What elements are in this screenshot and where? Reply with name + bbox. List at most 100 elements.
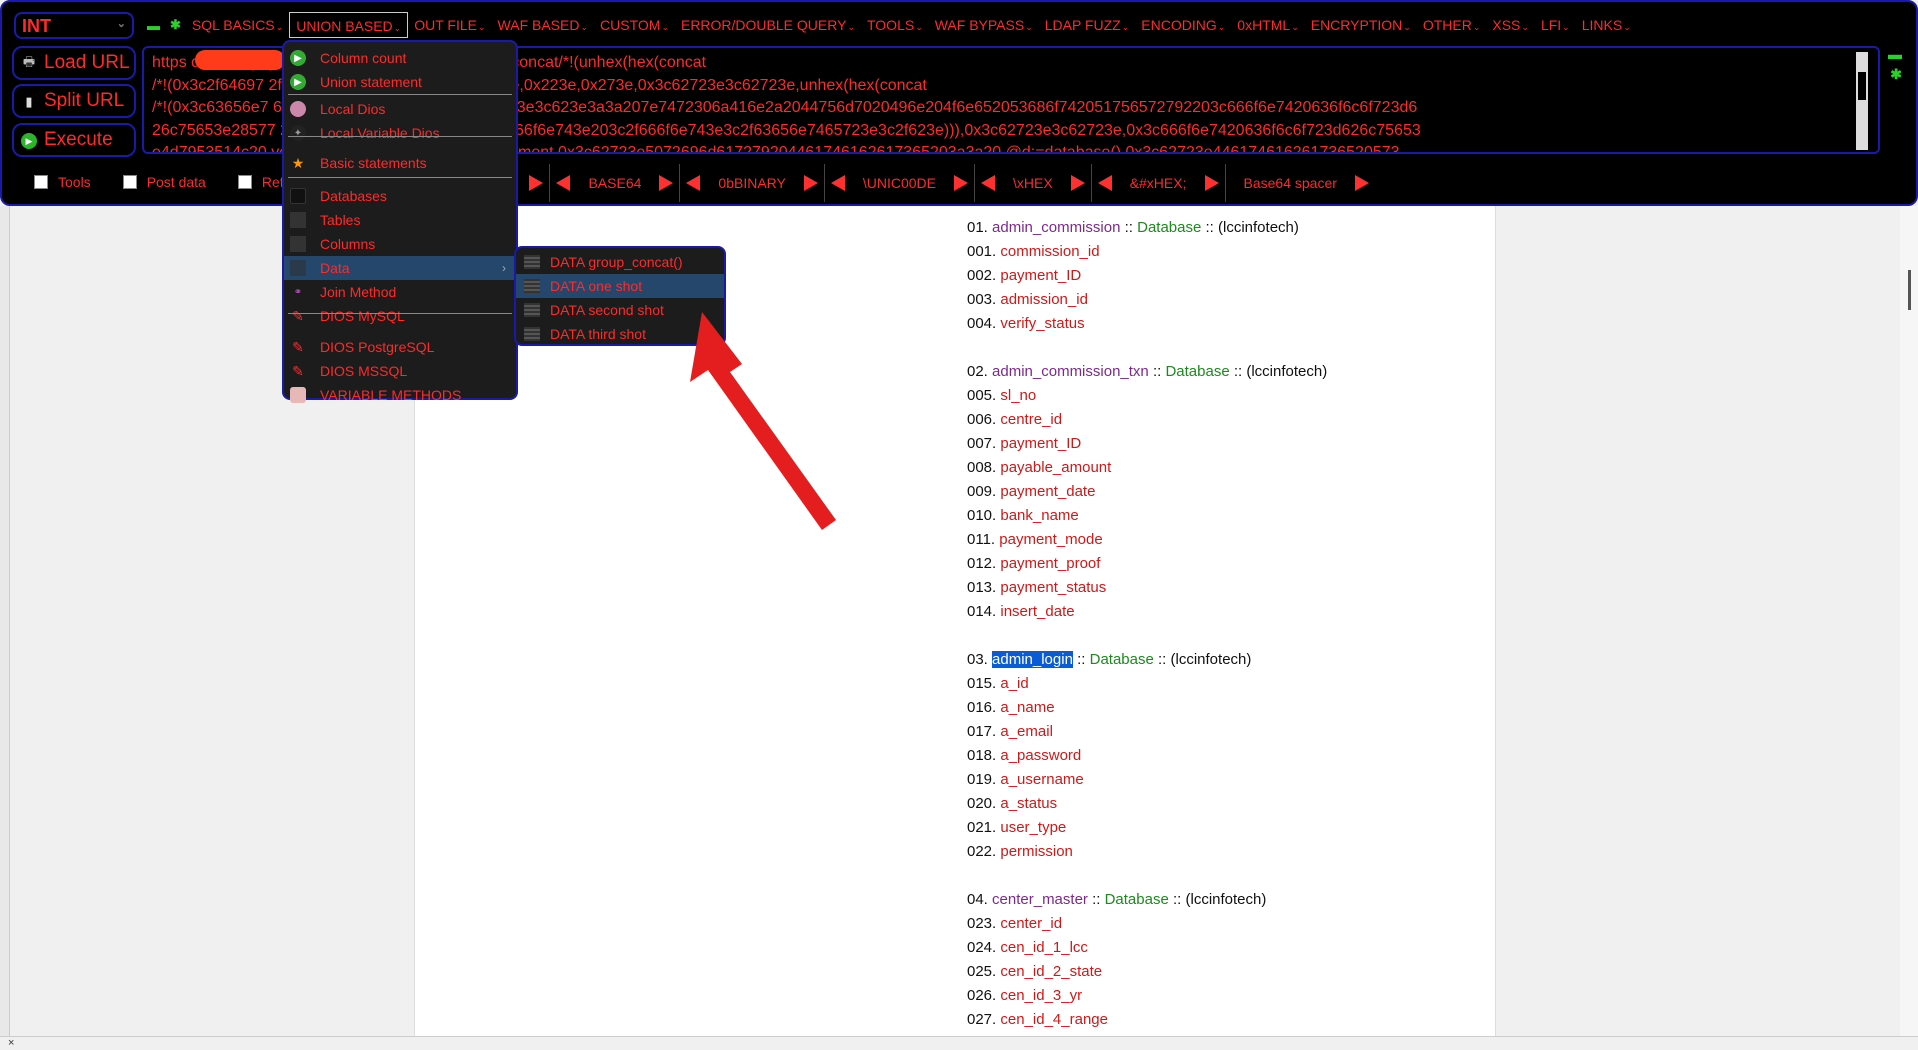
play-icon: ▶ (290, 50, 306, 66)
menu-custom[interactable]: CUSTOM⌄ (594, 12, 675, 38)
decode-left-icon[interactable] (981, 175, 995, 191)
encoder-2: 0bBINARY (679, 164, 823, 202)
menu-label: OUT FILE (414, 17, 477, 33)
column-name: payment_ID (1000, 267, 1082, 284)
checkbox-box[interactable] (34, 175, 48, 189)
plus-icon[interactable]: ✱ (165, 17, 186, 33)
encoder-3: \UNIC00DE (823, 164, 974, 202)
encoder-bar: %URLBASE640bBINARY\UNIC00DE\xHEX&#xHEX;B… (399, 164, 1375, 202)
menu-encoding[interactable]: ENCODING⌄ (1135, 12, 1231, 38)
menu-lfi[interactable]: LFI⌄ (1535, 12, 1576, 38)
table-name[interactable]: admin_commission_txn (992, 363, 1149, 380)
database-name: (lccinfotech) (1170, 651, 1252, 668)
pencil-icon: ✎ (292, 362, 304, 379)
menu-waf-based[interactable]: WAF BASED⌄ (492, 12, 594, 38)
dropdown-item-dios-mysql[interactable]: ✎ DIOS MySQL (284, 304, 516, 328)
encode-right-icon[interactable] (803, 175, 818, 191)
encode-right-icon[interactable] (954, 175, 968, 191)
column-number: 026. (967, 987, 997, 1004)
url-scrollbar[interactable] (1856, 52, 1868, 150)
dropdown-item-databases[interactable]: Databases (284, 184, 516, 208)
encode-right-icon[interactable] (1204, 175, 1219, 191)
menu-0xhtml[interactable]: 0xHTML⌄ (1231, 12, 1304, 38)
table-header: 02. admin_commission_txn :: Database :: … (967, 360, 1327, 384)
menu-tools[interactable]: TOOLS⌄ (861, 12, 929, 38)
dropdown-item-tables[interactable]: Tables (284, 208, 516, 232)
dropdown-item-join-method[interactable]: ⚭ Join Method (284, 280, 516, 304)
load-url-button[interactable]: 🖶 Load URL (12, 46, 136, 80)
page-scrollbar[interactable] (1900, 206, 1918, 1036)
plus-icon[interactable]: ✱ (1890, 66, 1902, 83)
dropdown-item-dios-postgresql[interactable]: ✎ DIOS PostgreSQL (284, 335, 516, 359)
encode-right-icon[interactable] (1070, 175, 1085, 191)
menu-out-file[interactable]: OUT FILE⌄ (408, 12, 491, 38)
minus-icon[interactable]: ▬ (142, 18, 165, 33)
dropdown-item-columns[interactable]: Columns (284, 232, 516, 256)
tools-checkbox[interactable]: Tools (34, 174, 91, 190)
minus-icon[interactable]: ▬ (1888, 46, 1902, 62)
menu-error-double-query[interactable]: ERROR/DOUBLE QUERY⌄ (675, 12, 861, 38)
lock-icon (290, 101, 306, 117)
decode-left-icon[interactable] (686, 175, 701, 191)
database-name: (lccinfotech) (1246, 363, 1328, 380)
encode-right-icon[interactable] (1354, 175, 1369, 191)
menu-label: WAF BYPASS (934, 17, 1025, 33)
schema-listing: 01. admin_commission :: Database :: (lcc… (967, 216, 1327, 1032)
chevron-right-icon: › (502, 261, 506, 275)
column-number: 011. (967, 531, 996, 548)
column-number: 009. (967, 483, 997, 500)
decode-left-icon[interactable] (1097, 175, 1112, 191)
table-name[interactable]: center_master (992, 891, 1088, 908)
dropdown-item-label: Columns (320, 236, 376, 252)
dropdown-item-dios-mssql[interactable]: ✎ DIOS MSSQL (284, 359, 516, 383)
page-scroll-thumb[interactable] (1908, 270, 1911, 310)
dropdown-item-variable-methods[interactable]: VARIABLE METHODS (284, 383, 516, 407)
menu-encryption[interactable]: ENCRYPTION⌄ (1305, 12, 1417, 38)
data-icon (524, 327, 540, 341)
close-icon[interactable]: × (8, 1037, 14, 1049)
menu-links[interactable]: LINKS⌄ (1576, 12, 1637, 38)
dropdown-item-local-variable-dios[interactable]: ✦ Local Variable Dios (284, 121, 516, 145)
decode-left-icon[interactable] (830, 175, 845, 191)
dropdown-item-union-statement[interactable]: ▶ Union statement (284, 70, 516, 94)
column-name: cen_id_1_lcc (1000, 939, 1088, 956)
url-scroll-thumb[interactable] (1858, 72, 1866, 100)
encode-right-icon[interactable] (529, 175, 544, 191)
submenu-item-data-group-concat[interactable]: DATA group_concat() (516, 250, 724, 274)
table-name[interactable]: admin_login (992, 651, 1073, 668)
left-edge-strip (0, 206, 10, 1036)
dropdown-item-label: DIOS MySQL (320, 308, 405, 324)
menu-union-based[interactable]: UNION BASED⌄ (289, 12, 409, 38)
jar-icon (290, 387, 306, 403)
column-number: 005. (967, 387, 997, 404)
menu-label: TOOLS (866, 17, 915, 33)
menu-xss[interactable]: XSS⌄ (1486, 12, 1535, 38)
dropdown-item-basic-statements[interactable]: ★ Basic statements (284, 151, 516, 175)
column-name: payable_amount (1000, 459, 1112, 476)
checkbox-box[interactable] (122, 175, 137, 189)
menu-other[interactable]: OTHER⌄ (1417, 12, 1487, 38)
post-data-checkbox[interactable]: Post data (122, 174, 206, 190)
injection-type-select[interactable]: INT ⌄ (14, 12, 134, 39)
chevron-down-icon: ⌄ (1291, 22, 1299, 32)
dropdown-item-data[interactable]: Data › (284, 256, 516, 280)
column-name: a_name (1000, 699, 1055, 716)
dropdown-item-column-count[interactable]: ▶ Column count (284, 46, 516, 70)
column-name: cen_id_4_range (1000, 1011, 1108, 1028)
chevron-down-icon: ⌄ (1521, 22, 1529, 32)
menu-sql-basics[interactable]: SQL BASICS⌄ (186, 12, 289, 38)
menu-ldap-fuzz[interactable]: LDAP FUZZ⌄ (1039, 12, 1136, 38)
decode-left-icon[interactable] (556, 175, 571, 191)
chevron-down-icon: ⌄ (580, 22, 589, 32)
execute-button[interactable]: ▶ Execute (12, 123, 136, 157)
menu-waf-bypass[interactable]: WAF BYPASS⌄ (929, 12, 1039, 38)
dropdown-item-label: Tables (320, 212, 361, 228)
encode-right-icon[interactable] (659, 175, 674, 191)
dropdown-item-local-dios[interactable]: Local Dios (284, 97, 516, 121)
table-name[interactable]: admin_commission (992, 219, 1120, 236)
column-number: 002. (967, 267, 997, 284)
database-word: Database (1104, 891, 1169, 908)
checkbox-box[interactable] (237, 175, 252, 189)
split-url-button[interactable]: ▮ Split URL (12, 84, 136, 118)
join-icon: ⚭ (293, 286, 303, 298)
